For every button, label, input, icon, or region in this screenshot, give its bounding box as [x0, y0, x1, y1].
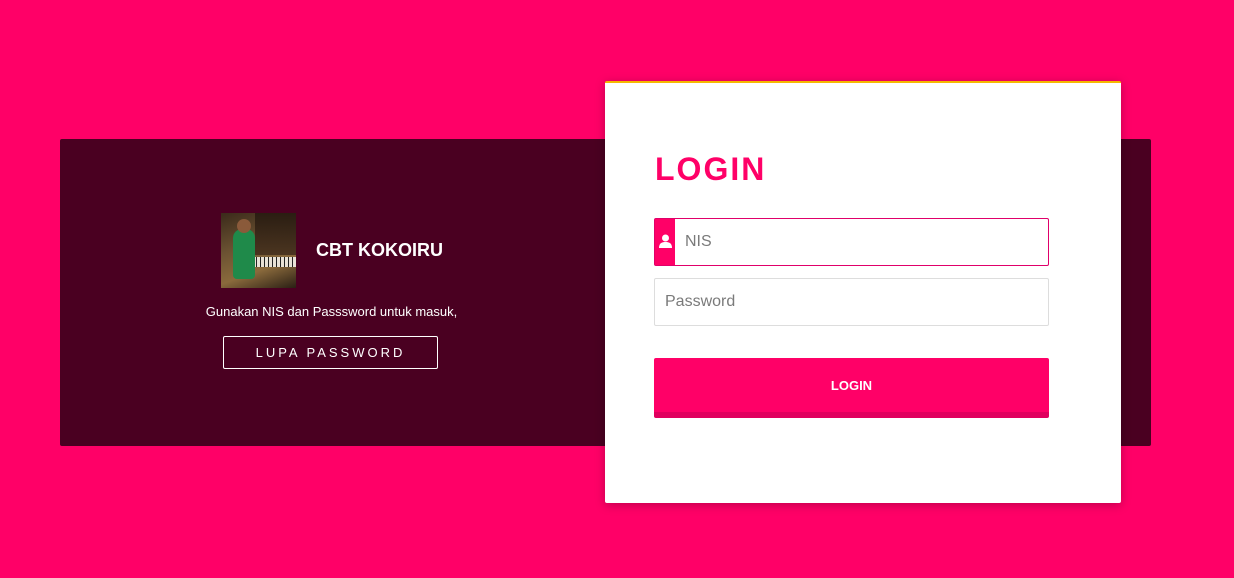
login-card: LOGIN LOGIN — [605, 81, 1121, 503]
login-title: LOGIN — [655, 151, 767, 187]
nis-input[interactable] — [685, 219, 1040, 265]
nis-field — [654, 218, 1049, 266]
brand-name: CBT KOKOIRU — [316, 240, 443, 260]
forgot-password-button[interactable]: LUPA PASSWORD — [223, 336, 438, 369]
user-icon-box — [655, 219, 675, 265]
password-input[interactable] — [665, 279, 1040, 325]
brand: CBT KOKOIRU — [221, 213, 443, 288]
password-field — [654, 278, 1049, 326]
avatar — [221, 213, 296, 288]
instruction-text: Gunakan NIS dan Passsword untuk masuk, — [205, 304, 458, 319]
login-button[interactable]: LOGIN — [654, 358, 1049, 418]
user-icon — [659, 234, 672, 248]
